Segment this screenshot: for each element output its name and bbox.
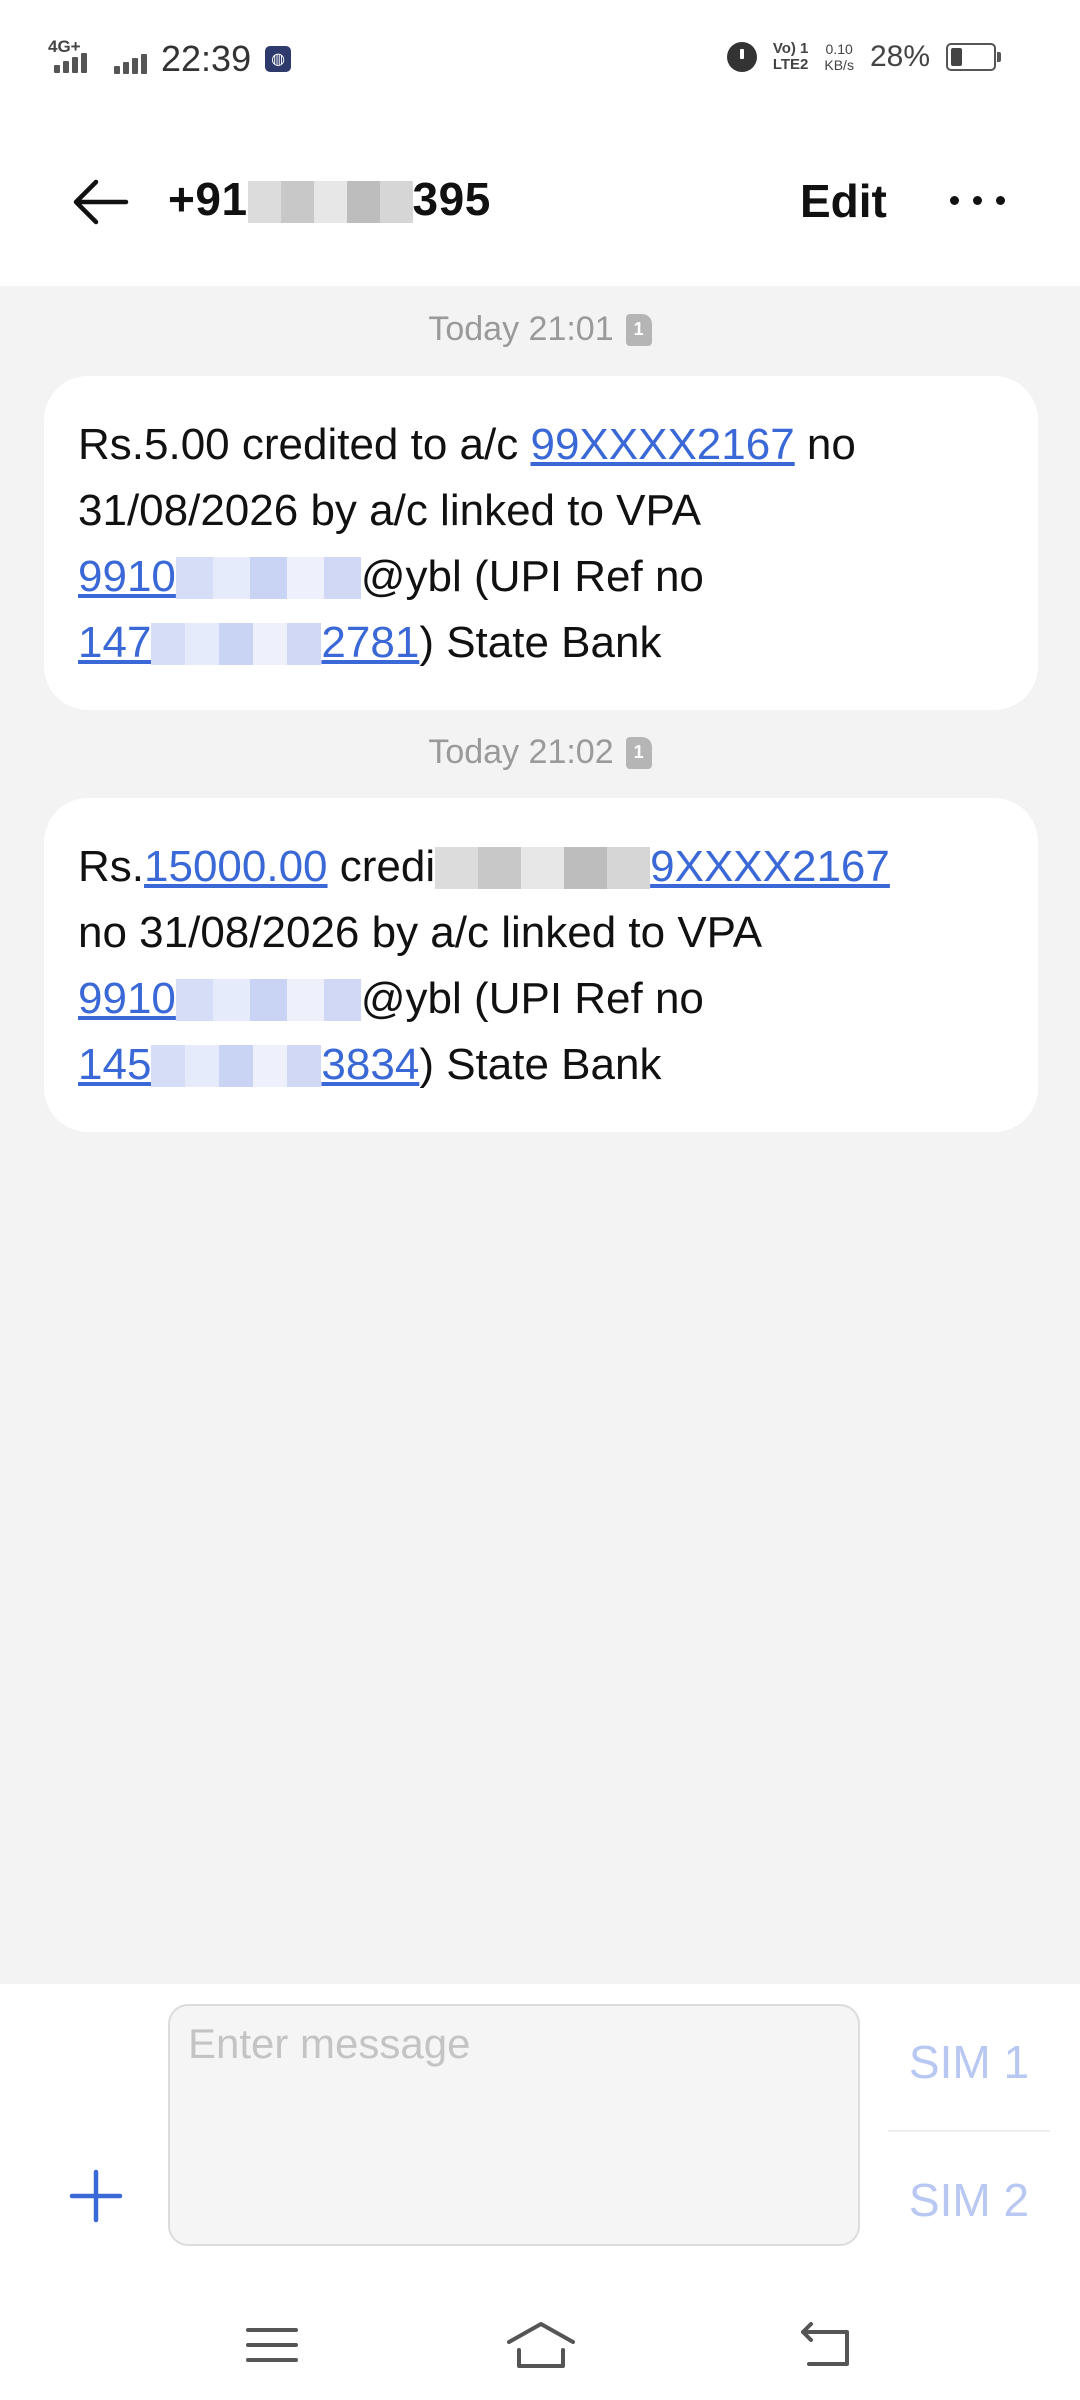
volte-line1: Vo) 1 <box>772 40 809 57</box>
redaction <box>175 979 361 1021</box>
ref-prefix: 145 <box>78 1040 152 1089</box>
ref-suffix: 2781 <box>321 618 420 667</box>
battery-fill <box>951 48 962 66</box>
redaction <box>435 847 651 889</box>
navigation-bar <box>0 2284 1080 2400</box>
contact-prefix: +91 <box>168 173 248 225</box>
sim-card-icon: 1 <box>625 313 652 346</box>
timestamp-text: Today 21:02 <box>428 733 614 771</box>
status-left: 4G+ 22:39 ◍ <box>48 37 292 80</box>
message-text: Rs. <box>78 842 144 891</box>
redaction <box>151 623 322 665</box>
vpa-prefix: 9910 <box>78 974 176 1023</box>
send-sim2-button[interactable]: SIM 2 <box>888 2150 1050 2250</box>
message-text: ) State Bank <box>419 1040 662 1089</box>
message-text: (UPI Ref no <box>461 552 704 601</box>
message-bubble[interactable]: Rs.15000.00 credi 9XXXX2167 no 31/08/2026… <box>44 798 1038 1132</box>
vpa-link[interactable]: 9910 <box>78 974 361 1023</box>
sim-card-icon: 1 <box>625 736 652 769</box>
network-speed: 0.10 KB/s <box>824 41 854 73</box>
message-text: Rs.5.00 credited to a/c <box>78 420 531 469</box>
ref-prefix: 147 <box>78 618 152 667</box>
account-link[interactable]: 99XXXX2167 <box>530 420 794 469</box>
app-notification-icon: ◍ <box>265 46 292 72</box>
vpa-suffix: @ybl <box>360 552 462 601</box>
volte-line2: LTE2 <box>772 56 809 73</box>
signal-icon-secondary <box>114 44 147 74</box>
alarm-icon <box>726 42 757 72</box>
upi-ref-link[interactable]: 145 3834 <box>78 1040 419 1089</box>
battery-percent: 28% <box>869 40 930 73</box>
message-text: (UPI Ref no <box>461 974 704 1023</box>
volte-icon: Vo) 1 LTE2 <box>773 41 809 73</box>
redaction <box>175 557 361 599</box>
contact-number[interactable]: +91 395 <box>168 172 491 226</box>
timestamp-text: Today 21:01 <box>428 310 614 348</box>
conversation-header: +91 395 Edit <box>0 130 1080 286</box>
redaction <box>151 1045 322 1087</box>
back-icon[interactable] <box>795 2320 855 2370</box>
redaction <box>247 181 413 223</box>
upi-ref-link[interactable]: 147 2781 <box>78 618 419 667</box>
speed-unit: KB/s <box>824 57 854 73</box>
message-timestamp: Today 21:01 1 <box>0 310 1080 349</box>
status-right: Vo) 1 LTE2 0.10 KB/s 28% <box>726 40 1001 74</box>
amount-link[interactable]: 15000.00 <box>144 842 328 891</box>
arrow-left-icon[interactable] <box>70 172 130 232</box>
message-timestamp: Today 21:02 1 <box>0 733 1080 772</box>
vpa-prefix: 9910 <box>78 552 176 601</box>
home-icon[interactable] <box>505 2320 577 2370</box>
divider <box>888 2130 1050 2132</box>
signal-icon: 4G+ <box>48 37 100 77</box>
message-text: ) State Bank <box>419 618 662 667</box>
status-bar: 4G+ 22:39 ◍ Vo) 1 LTE2 0.10 KB/s 28% <box>0 0 1080 130</box>
message-input[interactable] <box>168 2004 860 2246</box>
account-link[interactable]: 9XXXX2167 <box>650 842 890 891</box>
message-text: no 31/08/2026 by a/c linked to VPA <box>78 908 763 957</box>
speed-value: 0.10 <box>825 41 853 57</box>
plus-icon[interactable] <box>66 2166 126 2226</box>
more-horizontal-icon[interactable] <box>950 196 1005 205</box>
battery-icon <box>946 43 1001 71</box>
vpa-link[interactable]: 9910 <box>78 552 361 601</box>
clock: 22:39 <box>161 38 252 79</box>
contact-suffix: 395 <box>412 173 491 225</box>
ref-suffix: 3834 <box>321 1040 420 1089</box>
message-composer: SIM 1 SIM 2 <box>0 1984 1080 2284</box>
edit-button[interactable]: Edit <box>800 174 887 228</box>
message-bubble[interactable]: Rs.5.00 credited to a/c 99XXXX2167 no 31… <box>44 376 1038 710</box>
vpa-suffix: @ybl <box>360 974 462 1023</box>
menu-icon[interactable] <box>242 2320 302 2370</box>
message-text: credi <box>327 842 436 891</box>
send-sim1-button[interactable]: SIM 1 <box>888 2012 1050 2112</box>
